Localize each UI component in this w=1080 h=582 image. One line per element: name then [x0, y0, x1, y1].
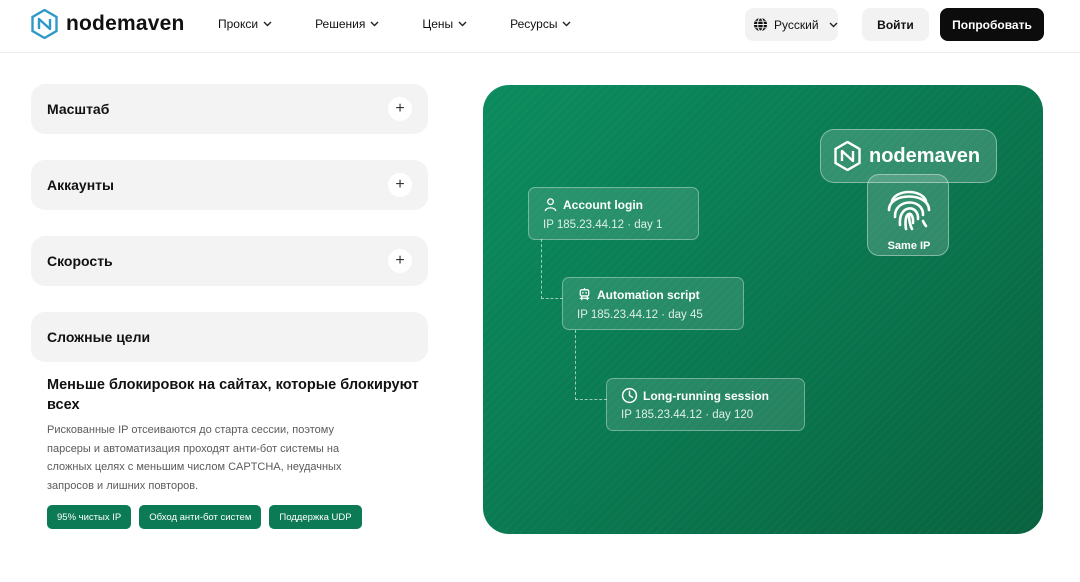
nav-item-proxies[interactable]: Прокси [218, 17, 272, 31]
nav-item-resources[interactable]: Ресурсы [510, 17, 571, 31]
accordion-title: Скорость [47, 253, 113, 269]
card-title-text: Account login [563, 197, 643, 212]
fingerprint-card: Same IP [867, 174, 949, 256]
chevron-down-icon [562, 21, 571, 27]
nav-item-pricing[interactable]: Цены [422, 17, 467, 31]
card-ip-text: IP 185.23.44.12 · day 1 [543, 219, 663, 231]
card-title: Automation script [577, 287, 700, 302]
plus-icon[interactable]: + [388, 173, 412, 197]
nodemaven-logo-icon [31, 9, 58, 39]
feature-tags: 95% чистых IP Обход анти-бот систем Подд… [47, 505, 362, 529]
accordion-item-complex-targets[interactable]: Сложные цели [31, 312, 428, 362]
session-card-long-running: Long-running session IP 185.23.44.12 · d… [606, 378, 805, 431]
feature-tag: Обход анти-бот систем [139, 505, 262, 529]
card-title: Long-running session [621, 387, 769, 404]
globe-icon [753, 17, 768, 32]
try-button[interactable]: Попробовать [940, 8, 1044, 41]
logo-text: nodemaven [66, 12, 185, 35]
same-ip-illustration: Account login IP 185.23.44.12 · day 1 Au… [483, 85, 1043, 534]
chevron-down-icon [370, 21, 379, 27]
card-title: Account login [543, 197, 643, 212]
language-selector[interactable]: Русский [745, 8, 838, 41]
login-button[interactable]: Войти [862, 8, 929, 41]
fingerprint-label: Same IP [887, 240, 931, 252]
card-title-text: Automation script [597, 287, 700, 302]
panel-body: Рискованные IP отсеиваются до старта сес… [47, 424, 342, 492]
brand-text: nodemaven [869, 144, 981, 167]
session-card-account-login: Account login IP 185.23.44.12 · day 1 [528, 187, 699, 240]
connector-line [575, 330, 607, 400]
card-title-text: Long-running session [643, 388, 769, 403]
nav-item-label: Прокси [218, 17, 259, 31]
nav-item-label: Цены [422, 17, 454, 31]
fingerprint-icon [887, 190, 931, 231]
accordion-item-speed[interactable]: Скорость + [31, 236, 428, 286]
site-header: nodemaven Прокси Решения Цены Ресурсы Ру… [0, 0, 1080, 53]
language-label: Русский [774, 17, 819, 32]
feature-tag: 95% чистых IP [47, 505, 132, 529]
session-card-automation-script: Automation script IP 185.23.44.12 · day … [562, 277, 744, 330]
accordion-title: Сложные цели [47, 329, 151, 345]
accordion-title: Масштаб [47, 101, 110, 117]
accordion-title: Аккаунты [47, 177, 114, 193]
chevron-down-icon [263, 21, 272, 27]
card-ip-text: IP 185.23.44.12 · day 45 [577, 309, 703, 321]
main-nav: Прокси Решения Цены Ресурсы [218, 17, 614, 31]
user-icon [544, 198, 557, 212]
accordion-item-scale[interactable]: Масштаб + [31, 84, 428, 134]
nav-item-label: Решения [315, 17, 366, 31]
nodemaven-logo-icon [834, 141, 861, 171]
clock-icon [621, 387, 638, 404]
connector-line [541, 239, 563, 299]
feature-tag: Поддержка UDP [269, 505, 362, 529]
plus-icon[interactable]: + [388, 249, 412, 273]
plus-icon[interactable]: + [388, 97, 412, 121]
logo[interactable]: nodemaven [31, 9, 185, 39]
chevron-down-icon [829, 22, 838, 27]
nav-item-label: Ресурсы [510, 17, 558, 31]
panel-heading: Меньше блокировок на сайтах, которые бло… [47, 377, 419, 413]
nav-item-solutions[interactable]: Решения [315, 17, 379, 31]
chevron-down-icon [458, 21, 467, 27]
robot-icon [579, 287, 590, 301]
card-ip-text: IP 185.23.44.12 · day 120 [621, 409, 754, 421]
accordion-item-accounts[interactable]: Аккаунты + [31, 160, 428, 210]
